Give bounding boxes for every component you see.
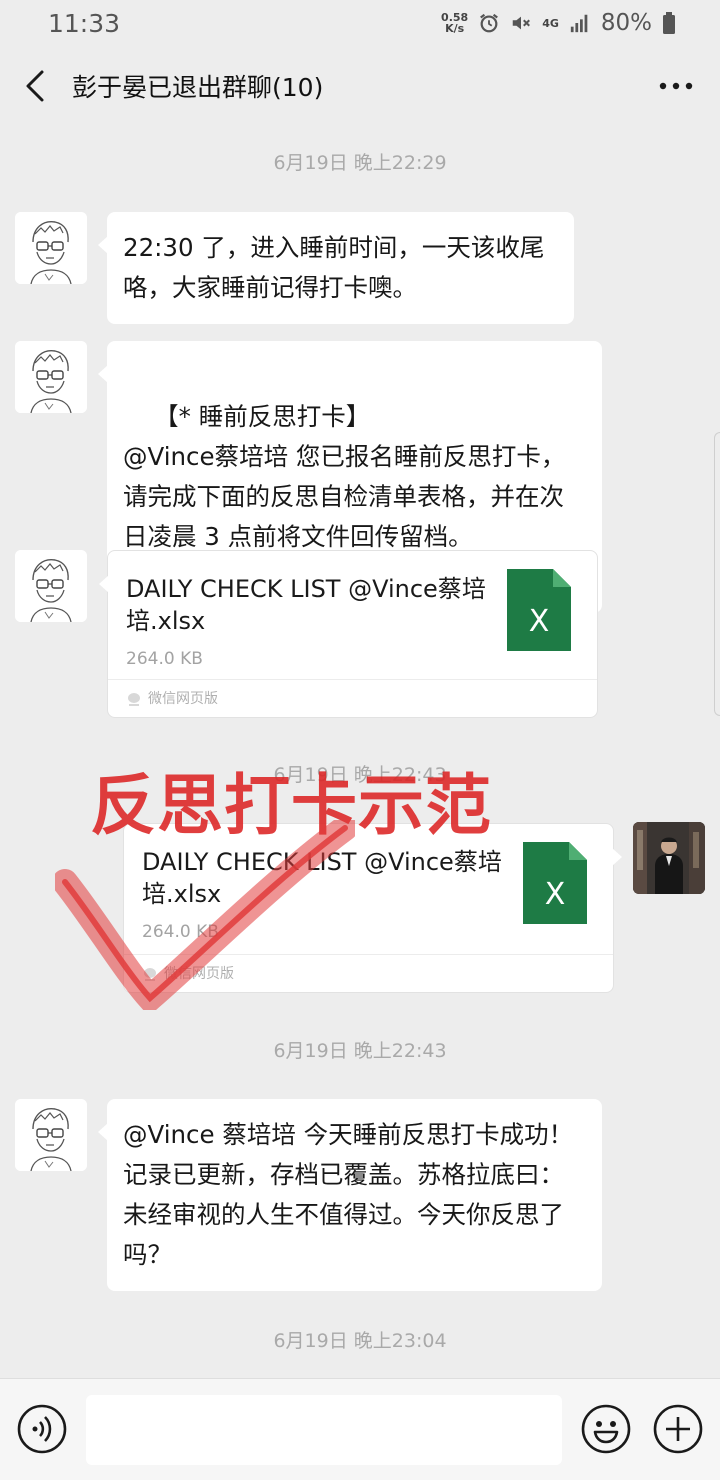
net-speed: 0.58 K/s — [441, 12, 468, 34]
cartoon-avatar-icon — [15, 550, 87, 622]
timestamp: 6月19日 晚上22:29 — [273, 152, 447, 174]
status-icons: 0.58 K/s 4G 80% — [441, 10, 676, 36]
avatar[interactable] — [15, 341, 87, 413]
battery-percent: 80% — [600, 10, 652, 36]
excel-file-icon: X — [523, 842, 587, 924]
message-input[interactable] — [86, 1395, 562, 1465]
cartoon-avatar-icon — [15, 1099, 87, 1171]
person-photo-avatar — [633, 822, 705, 894]
excel-file-icon: X — [507, 569, 571, 651]
file-name: DAILY CHECK LIST @Vince蔡培培.xlsx — [126, 575, 486, 635]
message-bubble[interactable]: @Vince 蔡培培 今天睡前反思打卡成功！记录已更新，存档已覆盖。苏格拉底曰：… — [98, 1099, 602, 1291]
net-speed-unit: K/s — [445, 22, 465, 35]
alarm-icon — [480, 13, 499, 33]
wechat-web-icon — [128, 692, 140, 706]
file-message[interactable]: DAILY CHECK LIST @Vince蔡培培.xlsx 264.0 KB… — [99, 550, 598, 718]
signal-icon — [570, 14, 588, 33]
svg-text:X: X — [529, 604, 550, 639]
chevron-left-icon — [26, 70, 44, 102]
network-type: 4G — [542, 16, 559, 30]
red-checkmark-icon — [55, 820, 355, 1010]
more-button[interactable] — [656, 66, 696, 106]
file-size: 264.0 KB — [126, 649, 203, 669]
message-text: 22:30 了，进入睡前时间，一天该收尾咯，大家睡前记得打卡噢。 — [123, 233, 545, 302]
battery-icon — [663, 12, 675, 34]
my-avatar[interactable] — [633, 822, 705, 894]
status-bar: 11:33 0.58 K/s 4G 80% — [0, 0, 720, 46]
avatar[interactable] — [15, 212, 87, 284]
avatar[interactable] — [15, 550, 87, 622]
chat-header: 彭于晏已退出群聊(10) — [0, 46, 720, 126]
message-text: 【* 睡前反思打卡】 @Vince蔡培培 您已报名睡前反思打卡，请完成下面的反思… — [123, 402, 566, 551]
plus-icon[interactable] — [652, 1403, 704, 1455]
status-time: 11:33 — [48, 8, 121, 38]
avatar[interactable] — [15, 1099, 87, 1171]
more-dots-icon — [659, 82, 693, 90]
cartoon-avatar-icon — [15, 341, 87, 413]
chat-title: 彭于晏已退出群聊(10) — [72, 73, 324, 102]
scroll-handle[interactable] — [714, 432, 720, 716]
file-source-label: 微信网页版 — [148, 690, 218, 707]
svg-text:X: X — [545, 877, 566, 912]
file-source: 微信网页版 — [108, 679, 597, 717]
timestamp: 6月19日 晚上23:04 — [273, 1330, 447, 1352]
cartoon-avatar-icon — [15, 212, 87, 284]
message-bubble[interactable]: 22:30 了，进入睡前时间，一天该收尾咯，大家睡前记得打卡噢。 — [98, 212, 574, 324]
input-bar — [0, 1378, 720, 1480]
timestamp: 6月19日 晚上22:43 — [273, 1040, 447, 1062]
message-text: @Vince 蔡培培 今天睡前反思打卡成功！记录已更新，存档已覆盖。苏格拉底曰：… — [123, 1120, 574, 1269]
emoji-icon[interactable] — [580, 1403, 632, 1455]
back-button[interactable] — [24, 66, 60, 106]
mute-icon — [512, 16, 531, 30]
voice-icon[interactable] — [16, 1403, 68, 1455]
